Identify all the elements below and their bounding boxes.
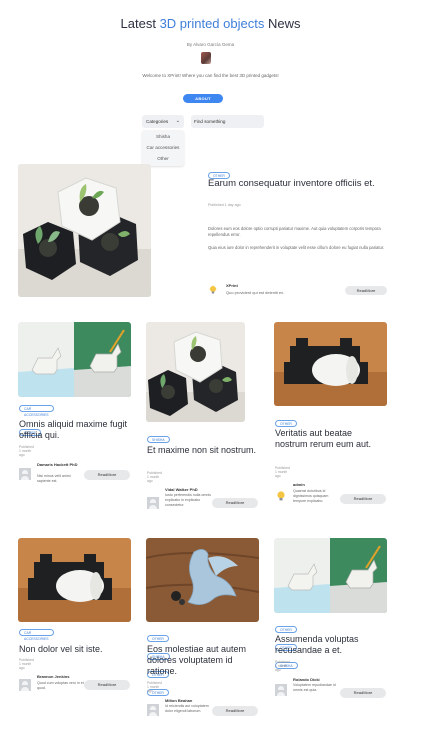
tag-shisha[interactable]: SHISHA — [147, 436, 170, 443]
title-suffix: News — [264, 16, 301, 31]
featured-title[interactable]: Earum consequatur inventore officiis et. — [208, 178, 398, 190]
byline: By Alvaro García Gema — [186, 42, 235, 47]
post-date: Published 1 month ago — [19, 658, 34, 670]
avatar — [147, 497, 159, 509]
post-title[interactable]: Assumenda voluptas recusandae a et. — [275, 634, 387, 656]
avatar — [19, 679, 31, 691]
chevron-down-icon: ⌄ — [175, 118, 180, 124]
post-image[interactable] — [274, 322, 387, 406]
post-tags: CAR ACCESSORIES — [19, 627, 57, 645]
featured-image[interactable] — [18, 164, 151, 297]
read-more-button[interactable]: ReadMore — [340, 688, 386, 698]
read-more-button[interactable]: ReadMore — [84, 470, 130, 480]
category-option-car-accessories[interactable]: Car accessories — [142, 143, 184, 152]
author-name[interactable]: Brannon Jenkins — [37, 674, 85, 679]
categories-dropdown[interactable]: Categories ⌄ — [142, 115, 184, 128]
page-title: Latest 3D printed objects News — [0, 16, 421, 31]
read-more-button[interactable]: ReadMore — [340, 494, 386, 504]
author-excerpt: Voluptatem repudiandae id omnis est quia… — [293, 683, 336, 692]
featured-paragraph: Dolores eum eos dolore optio corrupti pa… — [208, 226, 381, 237]
category-option-other[interactable]: Other — [142, 154, 184, 163]
tag-other[interactable]: OTHER — [275, 626, 297, 633]
lightbulb-icon — [208, 285, 218, 294]
avatar — [275, 684, 287, 696]
categories-menu: Shisha Car accessories Other — [142, 130, 184, 166]
post-title[interactable]: Eos molestiae aut autem dolores voluptat… — [147, 644, 259, 677]
read-more-button[interactable]: ReadMore — [84, 680, 130, 690]
category-option-shisha[interactable]: Shisha — [142, 132, 184, 141]
author-name[interactable]: XPrint — [226, 283, 326, 288]
author-excerpt: Id reiciendis aut voluptatem dolor elige… — [165, 704, 209, 713]
post-image[interactable] — [18, 538, 131, 622]
post-date: Published 1 month ago — [147, 681, 162, 693]
author-excerpt: Iusto perferendis nulla omnis explicabo … — [165, 493, 211, 507]
post-tags: SHISHA — [147, 428, 173, 446]
author-name[interactable]: Rolando Dicki — [293, 677, 341, 682]
post-image[interactable] — [18, 322, 131, 397]
post-image[interactable] — [146, 322, 245, 422]
avatar — [19, 468, 31, 480]
post-date: Published 1 month ago — [275, 466, 290, 478]
author-photo — [201, 52, 211, 64]
author-name[interactable]: Milton Beahan — [165, 698, 213, 703]
featured-paragraph: Quia eius iure dolor in reprehenderit in… — [208, 245, 385, 250]
search-input[interactable] — [191, 115, 264, 128]
read-more-button[interactable]: ReadMore — [212, 706, 258, 716]
read-more-button[interactable]: ReadMore — [212, 498, 258, 508]
avatar — [147, 704, 159, 716]
welcome-text: Welcome to XPrint! Where you can find th… — [142, 73, 279, 78]
post-image[interactable] — [274, 538, 387, 613]
post-date: Published 1 month ago — [147, 471, 162, 483]
author-excerpt: Quod cum voluptas vero in et quod. — [37, 681, 84, 690]
about-button[interactable]: ABOUT — [183, 94, 223, 103]
tag-other[interactable]: OTHER — [275, 420, 297, 427]
read-more-button[interactable]: ReadMore — [345, 286, 387, 295]
author-name[interactable]: Vidal Walker PhD — [165, 487, 213, 492]
author-name[interactable]: admin — [293, 482, 341, 487]
author-name[interactable]: Damaris Hackett PhD — [37, 462, 85, 467]
post-date: Published 1 month ago — [19, 445, 34, 457]
lightbulb-icon — [275, 490, 287, 502]
categories-label: Categories — [146, 119, 169, 124]
tag-car-accessories[interactable]: CAR ACCESSORIES — [19, 405, 54, 417]
post-title[interactable]: Veritatis aut beatae nostrum rerum eum a… — [275, 428, 387, 450]
post-image[interactable] — [146, 538, 259, 622]
title-accent: 3D printed objects — [159, 16, 265, 31]
tag-car-accessories[interactable]: CAR ACCESSORIES — [19, 629, 54, 641]
title-prefix: Latest — [120, 16, 160, 31]
featured-date: Published 1 day ago — [208, 203, 241, 207]
post-title[interactable]: Omnis aliquid maxime fugit officia qui. — [19, 419, 131, 441]
author-excerpt: Quaerat doloribus id dignissimos quisqua… — [293, 489, 329, 503]
post-title[interactable]: Non dolor vel sit iste. — [19, 644, 131, 655]
author-excerpt: Nisi minus velit animi sapiente est. — [37, 474, 71, 483]
post-date: Published 1 month ago — [275, 660, 290, 672]
tag-other[interactable]: OTHER — [147, 635, 169, 642]
post-title[interactable]: Et maxime non sit nostrum. — [147, 445, 259, 456]
author-excerpt: Quo provident qui est deleniti ex. — [226, 290, 285, 295]
